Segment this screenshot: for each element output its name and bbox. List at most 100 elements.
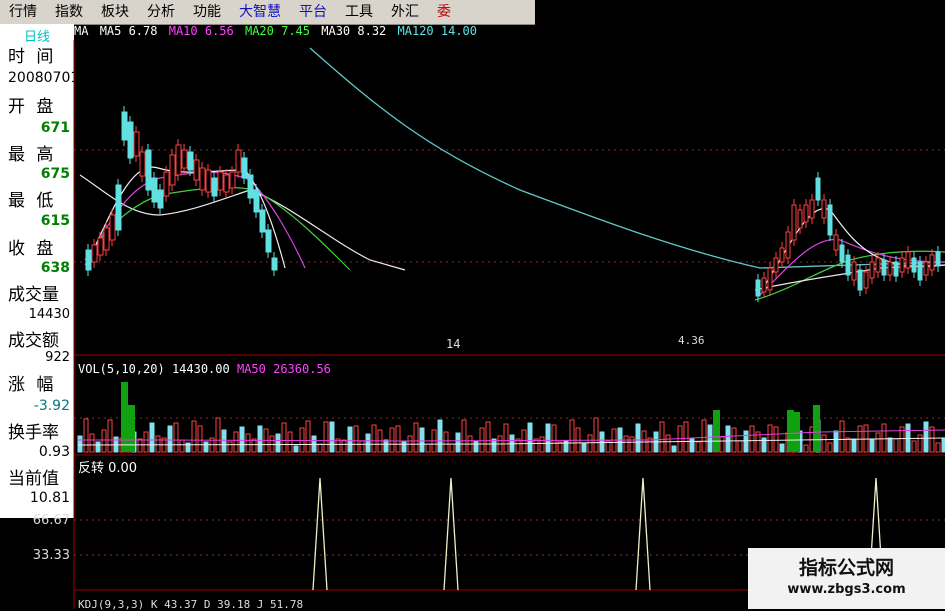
candle-body-r-2 — [767, 267, 773, 291]
volume-bar-54 — [401, 441, 407, 453]
volume-bar-103 — [695, 441, 701, 453]
volume-bar-136 — [893, 438, 899, 453]
candle-body-2 — [97, 237, 104, 256]
candle-body-r-1 — [761, 277, 767, 293]
ma120-label: MA120 14.00 — [397, 24, 477, 38]
volume-bar-92 — [629, 436, 635, 453]
ma-legend: MA MA5 6.78 MA10 6.56 MA20 7.45 MA30 8.3… — [74, 24, 534, 40]
volume-bar-128 — [845, 437, 851, 453]
volume-bar-36 — [293, 445, 299, 453]
vol-value: 14430.00 — [171, 362, 230, 376]
candle-body-18 — [193, 159, 200, 181]
volume-bar-101 — [683, 421, 689, 453]
volume-bar-111 — [743, 430, 749, 453]
volume-bar-75 — [527, 422, 533, 453]
volume-bar-127 — [839, 420, 845, 453]
candle-body-11 — [151, 177, 158, 203]
candle-body-15 — [175, 144, 182, 176]
volume-bar-5 — [107, 419, 113, 453]
volume-spike-3 — [787, 410, 794, 452]
candle-body-14 — [169, 154, 176, 186]
volume-bar-71 — [503, 423, 509, 453]
candle-body-r-5 — [785, 231, 791, 259]
volume-bar-108 — [725, 425, 731, 453]
volume-bar-68 — [485, 421, 491, 453]
volume-bar-66 — [473, 440, 479, 453]
candle-body-20 — [205, 169, 212, 193]
reversal-spike-1 — [443, 477, 459, 591]
volume-bar-20 — [197, 425, 203, 453]
candle-body-5 — [115, 184, 122, 231]
candle-body-r-6 — [791, 204, 797, 241]
volume-bar-4 — [101, 429, 107, 453]
volume-bar-98 — [665, 434, 671, 453]
candle-body-22 — [217, 171, 224, 191]
candle-body-21 — [211, 177, 218, 197]
stock-chart — [73, 40, 945, 609]
candle-body-31 — [271, 257, 278, 271]
volume-bar-2 — [89, 433, 95, 453]
volume-bar-47 — [359, 440, 365, 453]
candle-body-r-22 — [887, 261, 893, 276]
volume-bar-60 — [437, 419, 443, 453]
volume-bar-3 — [95, 441, 101, 453]
volume-bar-13 — [155, 435, 161, 453]
ma20-label: MA20 7.45 — [244, 24, 311, 38]
volume-bar-21 — [203, 441, 209, 453]
volume-bar-30 — [257, 425, 263, 453]
volume-bar-140 — [917, 434, 923, 453]
volume-bar-61 — [443, 431, 449, 453]
volume-bar-124 — [821, 434, 827, 453]
candle-body-r-16 — [851, 261, 857, 281]
candle-body-r-24 — [899, 257, 905, 273]
candle-body-0 — [85, 249, 92, 271]
volume-bar-91 — [623, 435, 629, 453]
volume-bar-1 — [83, 418, 89, 453]
watermark-url: www.zbgs3.com — [787, 582, 906, 597]
volume-bar-23 — [215, 417, 221, 453]
candle-body-24 — [229, 171, 236, 189]
candle-body-r-26 — [911, 257, 917, 273]
candle-body-28 — [253, 189, 260, 213]
volume-bar-49 — [371, 424, 377, 453]
candle-body-r-19 — [869, 261, 875, 279]
volume-bar-115 — [767, 424, 773, 453]
candle-body-23 — [223, 174, 230, 193]
candle-body-r-11 — [821, 199, 827, 219]
ma20-line — [84, 186, 351, 271]
candle-body-26 — [241, 157, 248, 179]
candle-body-27 — [247, 174, 254, 199]
ma-label: MA — [74, 24, 89, 38]
volume-spike-2 — [713, 410, 720, 452]
candle-body-r-14 — [839, 244, 845, 263]
volume-bar-52 — [389, 427, 395, 453]
volume-bar-44 — [341, 439, 347, 453]
volume-bar-84 — [581, 442, 587, 453]
vol-legend: VOL(5,10,20) 14430.00 MA50 26360.56 — [78, 362, 331, 376]
volume-bar-25 — [227, 441, 233, 453]
volume-bar-34 — [281, 422, 287, 453]
price-marker-label-2: 4.36 — [678, 334, 705, 347]
reversal-legend: 反转 0.00 — [78, 461, 138, 476]
ma5-label: MA5 6.78 — [99, 24, 158, 38]
vol-ma50: MA50 26360.56 — [236, 362, 331, 376]
volume-bar-48 — [365, 433, 371, 453]
volume-bar-62 — [449, 443, 455, 453]
candle-body-r-8 — [803, 204, 809, 223]
candle-body-1 — [91, 244, 98, 263]
volume-bar-131 — [863, 424, 869, 453]
volume-bar-135 — [887, 437, 893, 453]
candle-body-r-27 — [917, 261, 923, 281]
candle-body-r-3 — [773, 257, 779, 273]
volume-bar-109 — [731, 427, 737, 453]
watermark-title: 指标公式网 — [798, 557, 894, 579]
volume-bar-107 — [719, 436, 725, 453]
volume-bar-12 — [149, 422, 155, 453]
volume-bar-133 — [875, 432, 881, 453]
volume-bar-94 — [641, 430, 647, 453]
volume-bar-53 — [395, 425, 401, 453]
volume-bar-46 — [353, 425, 359, 453]
candle-body-17 — [187, 151, 194, 171]
axis-label-66: 66.67 — [32, 513, 70, 528]
volume-bar-0 — [77, 435, 83, 453]
